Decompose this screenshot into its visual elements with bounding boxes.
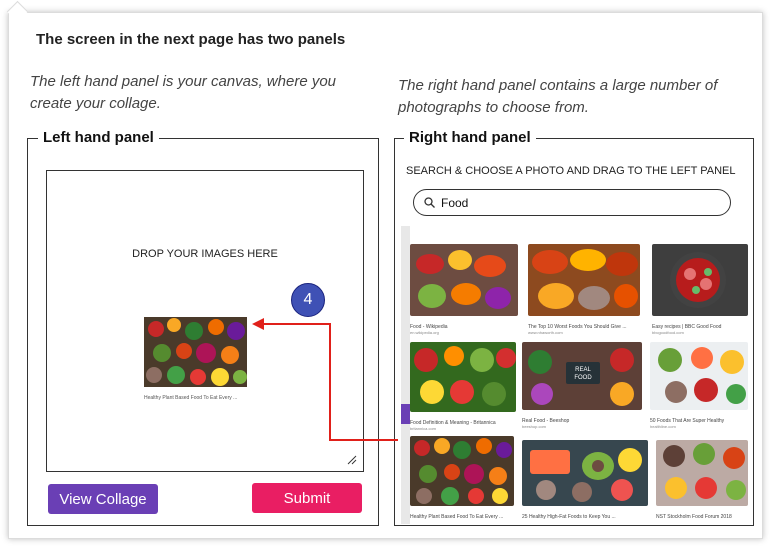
search-value: Food	[441, 195, 469, 210]
photo-image	[410, 342, 516, 412]
placed-photo[interactable]: Healthy Plant Based Food To Eat Every ..…	[144, 317, 247, 401]
photo-tile[interactable]: 50 Foods That Are Super Healthy healthli…	[650, 342, 748, 429]
step-badge: 4	[291, 283, 325, 317]
photo-image	[528, 244, 640, 316]
photo-scrollbar[interactable]	[401, 226, 410, 524]
view-collage-button[interactable]: View Collage	[48, 484, 158, 514]
photo-source: britannica.com	[410, 426, 437, 431]
photo-tile[interactable]: NST Stockholm Food Forum 2018	[656, 440, 748, 520]
scrollbar-thumb[interactable]	[401, 404, 410, 424]
photo-caption: NST Stockholm Food Forum 2018	[656, 514, 732, 520]
placed-photo-image	[144, 317, 247, 387]
photo-source: www.nhaworth.com	[528, 330, 563, 335]
photo-tile[interactable]: Healthy Plant Based Food To Eat Every ..…	[410, 436, 514, 520]
collage-canvas[interactable]: DROP YOUR IMAGES HERE Healthy Plant Base…	[46, 170, 364, 472]
photo-tile[interactable]: 25 Healthy High-Fat Foods to Keep You ..…	[522, 440, 648, 520]
photo-image	[656, 440, 748, 506]
drop-zone-text: DROP YOUR IMAGES HERE	[132, 248, 278, 260]
photo-source: beeshop.com	[522, 424, 547, 429]
left-panel-title: Left hand panel	[38, 129, 159, 146]
resize-handle-icon[interactable]	[347, 455, 357, 465]
photo-source: bbcgoodfood.com	[652, 330, 684, 335]
photo-tile[interactable]: REAL FOOD Real Food - Beeshop beeshop.co…	[522, 342, 642, 429]
placed-photo-caption: Healthy Plant Based Food To Eat Every ..…	[144, 395, 238, 401]
photo-caption: 25 Healthy High-Fat Foods to Keep You ..…	[522, 514, 616, 520]
photo-image	[522, 440, 648, 506]
search-input[interactable]: Food	[413, 189, 731, 216]
svg-text:REAL: REAL	[575, 367, 591, 373]
right-panel-title: Right hand panel	[404, 129, 536, 146]
svg-text:FOOD: FOOD	[574, 375, 592, 381]
page-heading: The screen in the next page has two pane…	[36, 31, 346, 48]
photo-tile[interactable]: The Top 10 Worst Foods You Should Give .…	[528, 244, 640, 335]
photo-tile[interactable]: Food - Wikipedia en.wikipedia.org	[410, 244, 518, 335]
search-instruction: SEARCH & CHOOSE A PHOTO AND DRAG TO THE …	[406, 165, 736, 177]
photo-image	[410, 436, 514, 506]
photo-image	[650, 342, 748, 410]
photo-image	[652, 244, 748, 316]
photo-caption: Healthy Plant Based Food To Eat Every ..…	[410, 514, 504, 520]
photo-image	[410, 244, 518, 316]
search-icon	[424, 197, 435, 208]
photo-tile[interactable]: Food Definition & Meaning - Britannica b…	[410, 342, 516, 431]
photo-source: healthline.com	[650, 424, 676, 429]
submit-button[interactable]: Submit	[252, 483, 362, 513]
left-description: The left hand panel is your canvas, wher…	[30, 73, 337, 112]
photo-tile[interactable]: Easy recipes | BBC Good Food bbcgoodfood…	[652, 244, 748, 335]
photo-source: en.wikipedia.org	[410, 330, 439, 335]
right-description: The right hand panel contains a large nu…	[398, 77, 718, 116]
photo-image: REAL FOOD	[522, 342, 642, 410]
